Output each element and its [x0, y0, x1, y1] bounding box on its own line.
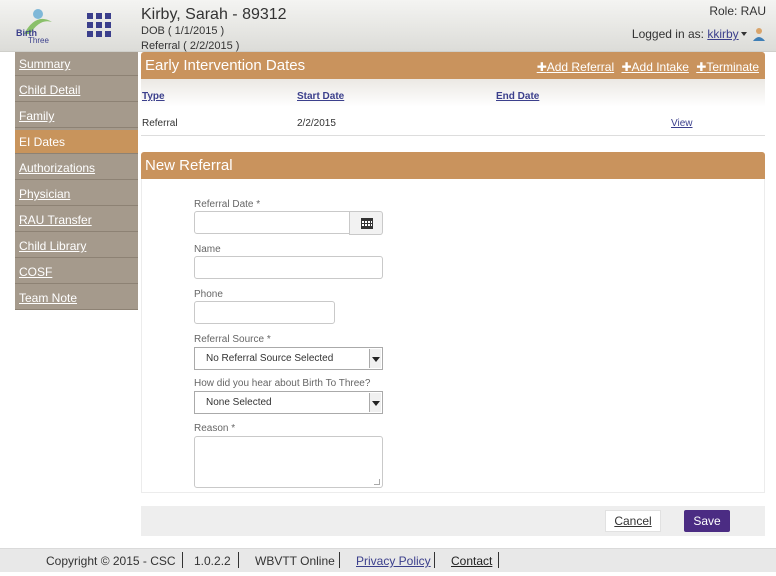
sidebar-item-child-library[interactable]: Child Library [15, 234, 138, 258]
name-label: Name [194, 244, 221, 255]
sidebar-item-team-note[interactable]: Team Note [15, 286, 138, 310]
reason-label-text: Reason [194, 423, 229, 434]
resize-handle-icon[interactable] [374, 479, 380, 485]
heard-about-label: How did you hear about Birth To Three? [194, 378, 371, 389]
contact-link[interactable]: Contact [451, 554, 492, 568]
referral-source-select[interactable]: No Referral Source Selected [194, 347, 383, 370]
child-dob: DOB ( 1/1/2015 ) [141, 25, 225, 37]
save-button[interactable]: Save [684, 510, 730, 532]
referral-source-label-text: Referral Source [194, 334, 265, 345]
name-input[interactable] [194, 256, 383, 279]
referral-date-input[interactable] [194, 211, 350, 234]
sidebar-item-family[interactable]: Family [15, 104, 138, 128]
heard-about-select[interactable]: None Selected [194, 391, 383, 414]
sidebar-item-summary[interactable]: Summary [15, 52, 138, 76]
app-name-text: WBVTT Online [255, 554, 335, 568]
ei-dates-actions: ✚Add Referral ✚Add Intake ✚Terminate [533, 60, 759, 74]
column-header-type[interactable]: Type [142, 91, 165, 102]
row-type: Referral [142, 118, 178, 129]
ei-dates-header: Early Intervention Dates ✚Add Referral ✚… [141, 52, 765, 79]
heard-about-value: None Selected [206, 397, 272, 408]
sidebar-nav: Summary Child Detail Family EI Dates Aut… [15, 52, 138, 310]
privacy-policy-link[interactable]: Privacy Policy [356, 554, 431, 568]
new-referral-header: New Referral [141, 152, 765, 179]
calendar-icon [361, 218, 373, 229]
username-link[interactable]: kkirby [707, 27, 738, 41]
referral-date-label-text: Referral Date [194, 199, 254, 210]
phone-input[interactable] [194, 301, 335, 324]
sidebar-item-physician[interactable]: Physician [15, 182, 138, 206]
column-header-end-date[interactable]: End Date [496, 91, 539, 102]
footer-divider [498, 552, 499, 568]
row-start-date: 2/2/2015 [297, 118, 336, 129]
sidebar-item-child-detail[interactable]: Child Detail [15, 78, 138, 102]
dropdown-arrow-icon [369, 349, 381, 368]
new-referral-form: Referral Date * Name Phone Referral Sour… [141, 179, 765, 493]
reason-textarea[interactable] [194, 436, 383, 488]
required-marker: * [256, 199, 261, 210]
footer-divider [339, 552, 340, 568]
referral-source-value: No Referral Source Selected [206, 353, 334, 364]
logged-in-label: Logged in as: [631, 27, 704, 41]
new-referral-title: New Referral [145, 157, 233, 174]
footer-divider [238, 552, 239, 568]
required-marker: * [266, 334, 271, 345]
dropdown-arrow-icon [369, 393, 381, 412]
svg-text:Three: Three [28, 36, 49, 44]
sidebar-item-authorizations[interactable]: Authorizations [15, 156, 138, 180]
ei-dates-table-header: Type Start Date End Date [141, 79, 765, 107]
plus-icon: ✚ [536, 60, 547, 74]
logged-in-area: Logged in as: kkirby [632, 27, 766, 41]
copyright-text: Copyright © 2015 - CSC [46, 554, 176, 568]
footer-divider [434, 552, 435, 568]
birth-to-three-logo: Birth Three [16, 9, 52, 44]
terminate-label: Terminate [706, 60, 759, 74]
add-intake-label: Add Intake [631, 60, 689, 74]
calendar-button[interactable] [349, 211, 383, 235]
table-row: Referral 2/2/2015 View [141, 110, 765, 136]
add-referral-link[interactable]: ✚Add Referral [537, 60, 614, 74]
add-referral-label: Add Referral [546, 60, 615, 74]
ei-dates-title: Early Intervention Dates [145, 57, 306, 74]
version-text: 1.0.2.2 [194, 554, 231, 568]
phone-label: Phone [194, 289, 223, 300]
terminate-link[interactable]: ✚Terminate [696, 60, 759, 74]
chevron-down-icon[interactable] [740, 31, 747, 36]
column-header-start-date[interactable]: Start Date [297, 91, 344, 102]
page-footer: Copyright © 2015 - CSC 1.0.2.2 WBVTT Onl… [0, 548, 776, 572]
apps-grid-icon[interactable] [87, 13, 111, 37]
form-button-bar: Cancel Save [141, 506, 765, 536]
user-icon[interactable] [752, 27, 766, 41]
reason-label: Reason * [194, 423, 235, 434]
app-header: Birth Three Kirby, Sarah - 89312 DOB ( 1… [0, 0, 776, 52]
user-role: Role: RAU [709, 4, 766, 18]
sidebar-item-ei-dates[interactable]: EI Dates [15, 130, 138, 154]
child-name: Kirby, Sarah - 89312 [141, 6, 287, 23]
child-referral-date: Referral ( 2/2/2015 ) [141, 40, 240, 52]
referral-date-label: Referral Date * [194, 199, 260, 210]
view-link[interactable]: View [671, 118, 693, 129]
plus-icon: ✚ [621, 60, 632, 74]
plus-icon: ✚ [696, 60, 707, 74]
footer-divider [182, 552, 183, 568]
sidebar-item-cosf[interactable]: COSF [15, 260, 138, 284]
cancel-button[interactable]: Cancel [605, 510, 661, 532]
page: Birth Three Kirby, Sarah - 89312 DOB ( 1… [0, 0, 776, 576]
referral-source-label: Referral Source * [194, 334, 271, 345]
add-intake-link[interactable]: ✚Add Intake [621, 60, 688, 74]
required-marker: * [231, 423, 236, 434]
sidebar-item-rau-transfer[interactable]: RAU Transfer [15, 208, 138, 232]
